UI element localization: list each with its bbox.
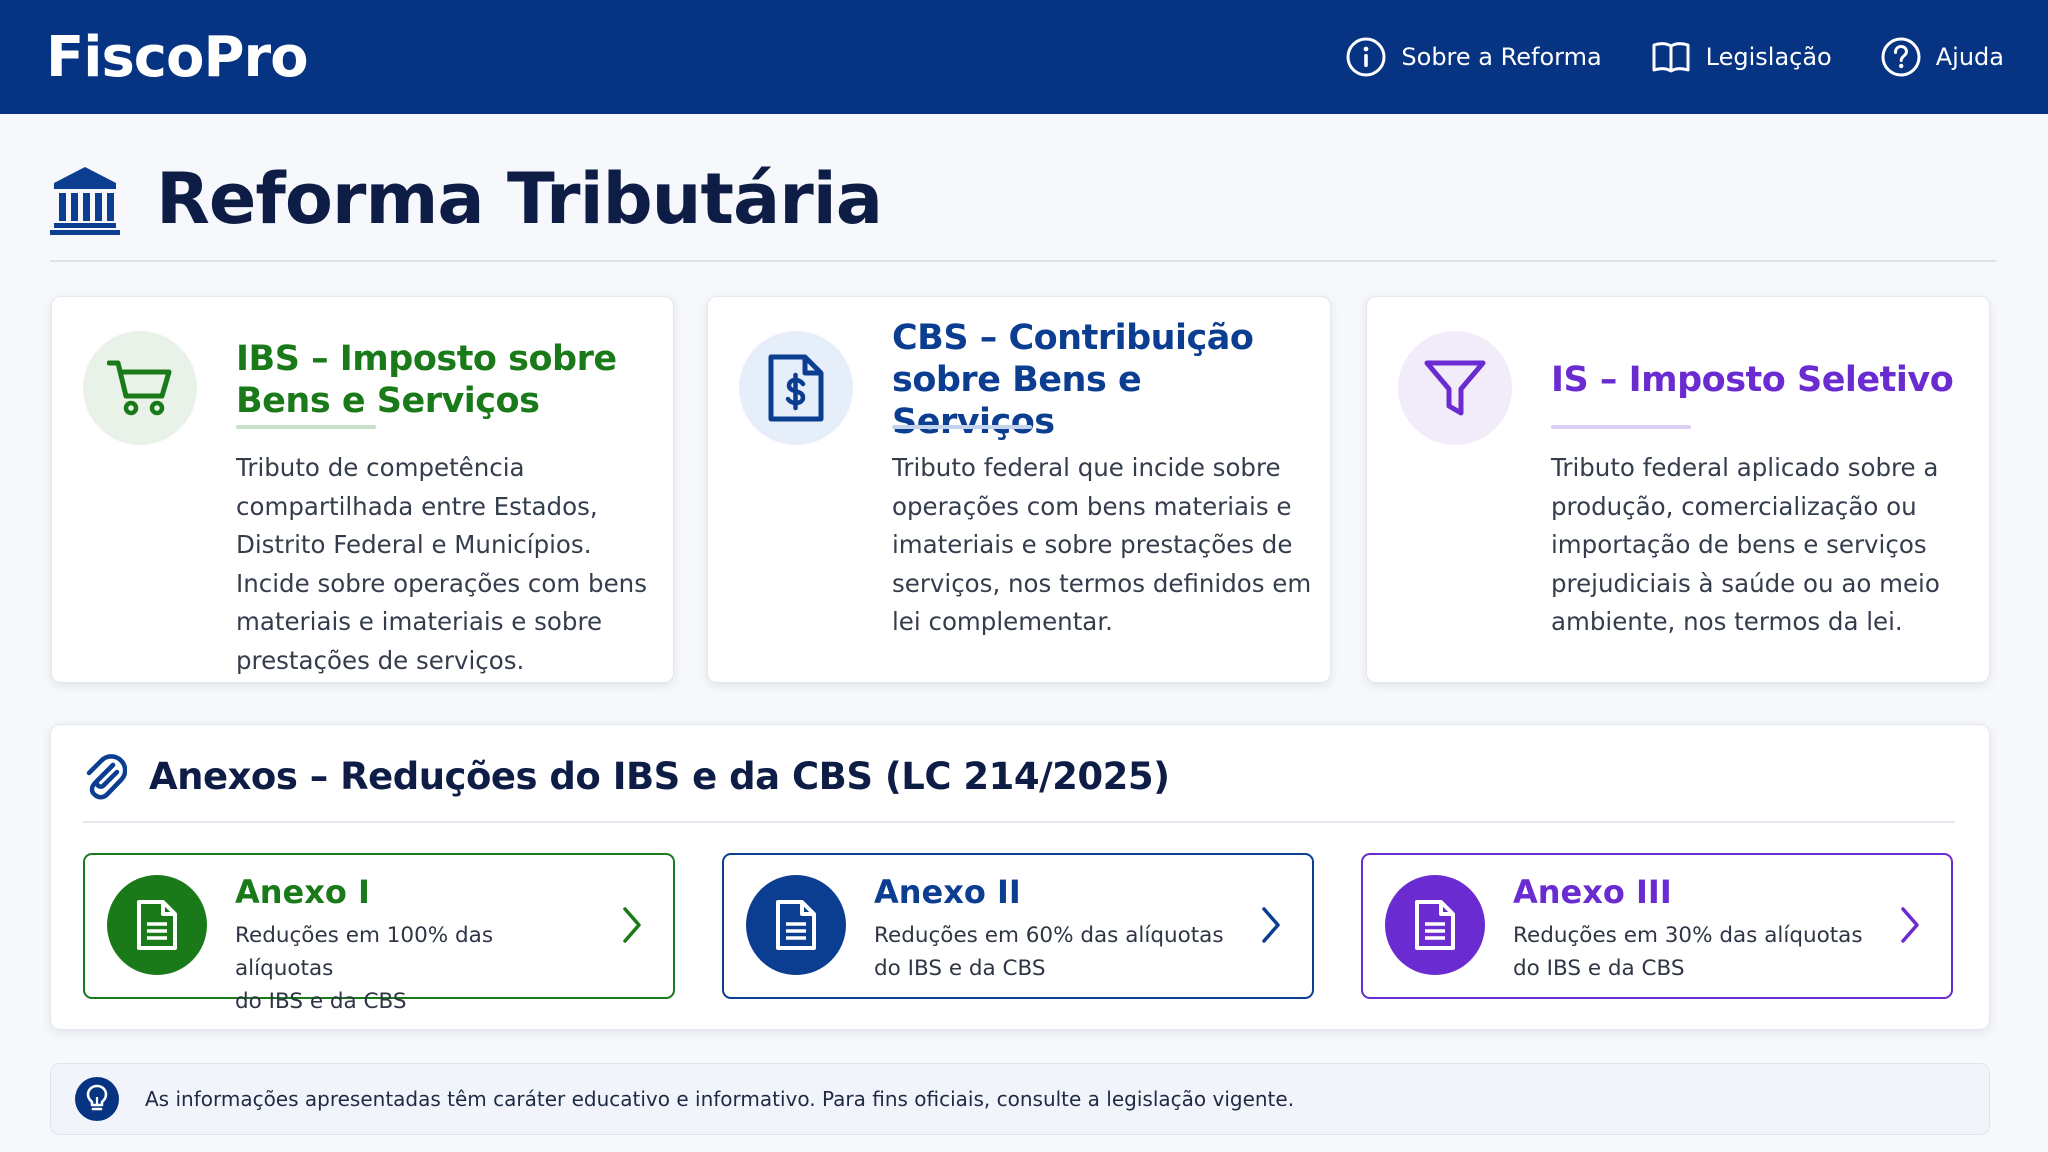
document-icon [1415,900,1455,950]
chevron-right-icon [1901,907,1919,943]
tax-card-ibs: IBS – Imposto sobre Bens e Serviços Trib… [51,296,674,683]
annex-description-line: do IBS e da CBS [1513,956,1685,981]
funnel-icon [1424,360,1486,416]
nav-item-label: Ajuda [1935,43,2004,71]
chevron-right-icon [1262,907,1280,943]
annex-section-title: Anexos – Reduções do IBS e da CBS (LC 21… [149,754,1170,798]
lightbulb-icon [86,1084,108,1111]
tax-card-cbs: CBS – Contribuição sobre Bens e Serviços… [707,296,1331,683]
annex-name: Anexo III [1513,873,1672,911]
annex-description-line: Reduções em 30% das alíquotas [1513,923,1863,948]
tax-title: sobre Bens e Serviços [892,360,1142,442]
annex-description-line: do IBS e da CBS [874,956,1046,981]
annex-icon-circle [746,875,846,975]
page-title: Reforma Tributária [156,158,883,240]
info-icon [1346,37,1386,77]
tax-icon-circle [83,331,197,445]
tax-title: IS – Imposto Seletivo [1551,360,1954,400]
paperclip-icon [86,754,127,800]
tax-title-block: IS – Imposto Seletivo [1551,325,1971,435]
annex-card-ii[interactable]: Anexo II Reduções em 60% das alíquotas d… [722,853,1314,999]
document-icon [776,900,816,950]
nav-item-label: Sobre a Reforma [1401,43,1602,71]
annex-card-iii[interactable]: Anexo III Reduções em 30% das alíquotas … [1361,853,1953,999]
tax-icon-circle [739,331,853,445]
annex-divider [83,821,1955,823]
annex-name: Anexo II [874,873,1021,911]
annex-description-line: do IBS e da CBS [235,989,407,1014]
title-divider [50,260,1996,262]
tax-description: Tributo federal aplicado sobre a produçã… [1551,453,1940,636]
chevron-right-icon [623,907,641,943]
info-notice: As informações apresentadas têm caráter … [50,1063,1990,1135]
nav-item-label: Legislação [1705,43,1832,71]
annex-panel: Anexos – Reduções do IBS e da CBS (LC 21… [50,724,1990,1030]
tax-title: Bens e Serviços [236,381,540,421]
annex-description: Reduções em 60% das alíquotas do IBS e d… [874,919,1234,985]
nav-item-sobre-reforma[interactable]: Sobre a Reforma [1345,36,1602,78]
tax-title: IBS – Imposto sobre [236,339,617,379]
main-nav: Sobre a Reforma Legislação Ajuda [1345,36,2004,78]
nav-item-ajuda[interactable]: Ajuda [1880,36,2004,78]
annex-description-line: Reduções em 60% das alíquotas [874,923,1224,948]
annex-name: Anexo I [235,873,370,911]
tax-title-block: IBS – Imposto sobre Bens e Serviços [236,325,656,435]
book-icon [1652,42,1690,73]
annex-card-i[interactable]: Anexo I Reduções em 100% das alíquotas d… [83,853,675,1014]
nav-item-legislacao[interactable]: Legislação [1650,36,1832,78]
tax-accent-line [1551,425,1691,429]
tax-accent-line [892,425,1032,429]
annex-description-line: Reduções em 100% das alíquotas [235,923,494,981]
tax-description: Tributo federal que incide sobre operaçõ… [892,453,1312,636]
shopping-cart-icon [107,360,172,416]
document-icon [137,900,177,950]
page-title-row: Reforma Tributária [50,158,883,240]
tax-accent-line [236,425,376,429]
tax-description: Tributo de competência compartilhada ent… [236,453,647,675]
annex-icon-circle [1385,875,1485,975]
tax-card-is: IS – Imposto Seletivo Tributo federal ap… [1366,296,1990,683]
tax-title-block: CBS – Contribuição sobre Bens e Serviços [892,318,1312,442]
top-navigation-bar: FiscoPro Sobre a Reforma Legislação Ajud [0,0,2048,114]
bank-icon [50,167,120,235]
annex-header: Anexos – Reduções do IBS e da CBS (LC 21… [83,751,1170,801]
annex-icon-circle [107,875,207,975]
dollar-document-icon [768,354,824,422]
tax-icon-circle [1398,331,1512,445]
help-icon [1881,37,1921,77]
annex-description: Reduções em 100% das alíquotas do IBS e … [235,919,595,1018]
info-text: As informações apresentadas têm caráter … [145,1087,1295,1111]
brand-logo[interactable]: FiscoPro [46,25,309,90]
info-icon-circle [75,1077,119,1121]
annex-description: Reduções em 30% das alíquotas do IBS e d… [1513,919,1873,985]
tax-title: CBS – Contribuição [892,318,1254,358]
